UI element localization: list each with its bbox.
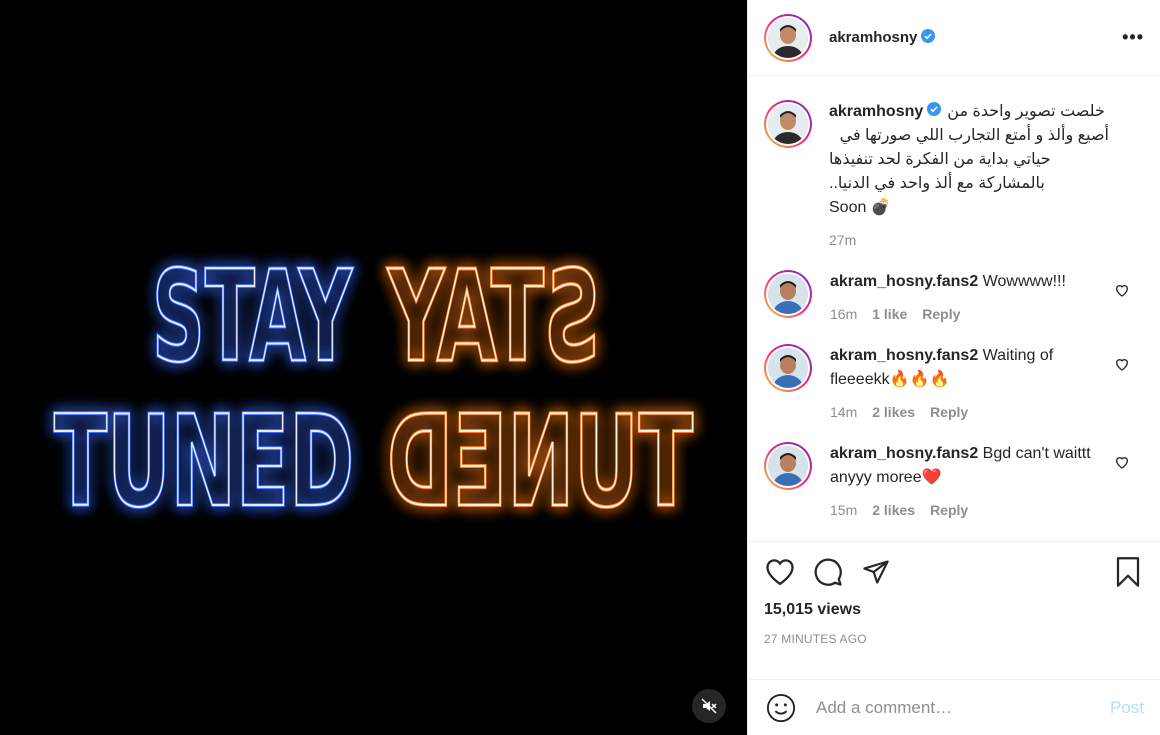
comment-meta: 16m 1 like Reply	[830, 306, 1114, 322]
reply-button[interactable]: Reply	[930, 502, 968, 518]
avatar-image	[768, 348, 808, 388]
heart-icon[interactable]	[764, 556, 796, 588]
add-comment-bar: Post	[748, 679, 1160, 735]
like-comment-heart-icon[interactable]	[1114, 454, 1130, 470]
caption-time[interactable]: 27m	[829, 232, 856, 248]
post-timestamp: 27 MINUTES AGO	[764, 632, 867, 646]
post-actions: 15,015 views 27 MINUTES AGO	[748, 541, 1160, 679]
action-icons	[764, 556, 1144, 588]
share-icon[interactable]	[860, 556, 892, 588]
comment-meta: 14m 2 likes Reply	[830, 404, 1114, 420]
comment-input[interactable]	[816, 697, 1110, 718]
emoji-icon[interactable]	[766, 693, 796, 723]
neon-sign-graphic: STAY STAY STAY STAY TUNED TUNED TUNED TU…	[52, 241, 695, 537]
caption-meta: 27m	[829, 232, 1144, 248]
like-comment-heart-icon[interactable]	[1114, 356, 1130, 372]
caption-text: akramhosny خلصت تصوير واحدة من أصيع وألذ…	[829, 100, 1109, 220]
post-comment-button[interactable]: Post	[1110, 698, 1144, 718]
reply-button[interactable]: Reply	[922, 306, 960, 322]
comment-row: akram_hosny.fans2 Bgd can't waittt anyyy…	[764, 442, 1144, 518]
post-header: akramhosny •••	[748, 0, 1160, 76]
neon-stay-orange-core: STAY	[387, 243, 600, 390]
comment-username[interactable]: akram_hosny.fans2	[830, 445, 978, 462]
commenter-avatar[interactable]	[764, 270, 812, 318]
speaker-muted-icon	[701, 698, 717, 714]
post-dialog: STAY STAY STAY STAY TUNED TUNED TUNED TU…	[0, 0, 1160, 735]
neon-tuned-blue-core: TUNED	[54, 388, 354, 535]
caption-line-3: حياتي بداية من الفكرة لحد تنفيذها	[829, 151, 1051, 168]
avatar-image	[768, 104, 808, 144]
verified-badge-icon	[927, 102, 942, 116]
caption: akramhosny خلصت تصوير واحدة من أصيع وألذ…	[764, 100, 1144, 248]
comment-icon[interactable]	[812, 556, 844, 588]
comment-text: akram_hosny.fans2 Wowwww!!!	[830, 270, 1114, 294]
post-video[interactable]: STAY STAY STAY STAY TUNED TUNED TUNED TU…	[0, 0, 747, 735]
comment-text: akram_hosny.fans2 Bgd can't waittt anyyy…	[830, 442, 1114, 490]
comment-likes[interactable]: 2 likes	[872, 404, 915, 420]
comments-list[interactable]: akramhosny خلصت تصوير واحدة من أصيع وألذ…	[748, 76, 1160, 541]
caption-line-5: Soon 💣	[829, 199, 891, 216]
caption-line-1: خلصت تصوير واحدة من	[947, 103, 1105, 120]
author-username[interactable]: akramhosny	[829, 29, 936, 46]
view-count[interactable]: 15,015 views	[764, 601, 1144, 619]
bookmark-icon[interactable]	[1112, 556, 1144, 588]
neon-tuned-orange-core: TUNED	[387, 388, 693, 535]
verified-badge-icon	[921, 29, 936, 43]
avatar-image	[768, 17, 808, 58]
caption-line-4: بالمشاركة مع ألذ واحد في الدنيا..	[829, 175, 1045, 192]
comment-body: Wowwww!!!	[982, 273, 1066, 290]
mute-button[interactable]	[692, 689, 726, 723]
caption-line-2: أصيع وألذ و أمتع التجارب اللي صورتها في	[839, 127, 1109, 144]
comment-row: akram_hosny.fans2 Waiting of fleeeekk🔥🔥🔥…	[764, 344, 1144, 420]
caption-avatar[interactable]	[764, 100, 812, 148]
avatar-image	[768, 446, 808, 486]
comment-time[interactable]: 14m	[830, 404, 857, 420]
comment-time[interactable]: 16m	[830, 306, 857, 322]
commenter-avatar[interactable]	[764, 344, 812, 392]
caption-username[interactable]: akramhosny	[829, 100, 923, 124]
comment-time[interactable]: 15m	[830, 502, 857, 518]
comment-row: akram_hosny.fans2 Wowwww!!! 16m 1 like R…	[764, 270, 1144, 322]
avatar-image	[768, 274, 808, 314]
reply-button[interactable]: Reply	[930, 404, 968, 420]
comment-likes[interactable]: 1 like	[872, 306, 907, 322]
comment-meta: 15m 2 likes Reply	[830, 502, 1114, 518]
commenter-avatar[interactable]	[764, 442, 812, 490]
author-avatar[interactable]	[764, 13, 812, 62]
post-side-panel: akramhosny ••• akramhosny خلصت تصوير واح…	[747, 0, 1160, 735]
comment-username[interactable]: akram_hosny.fans2	[830, 273, 978, 290]
comment-likes[interactable]: 2 likes	[872, 502, 915, 518]
like-comment-heart-icon[interactable]	[1114, 282, 1130, 298]
more-options-icon[interactable]: •••	[1122, 27, 1144, 48]
comment-text: akram_hosny.fans2 Waiting of fleeeekk🔥🔥🔥	[830, 344, 1114, 392]
comment-username[interactable]: akram_hosny.fans2	[830, 347, 978, 364]
neon-stay-blue-core: STAY	[152, 243, 353, 390]
